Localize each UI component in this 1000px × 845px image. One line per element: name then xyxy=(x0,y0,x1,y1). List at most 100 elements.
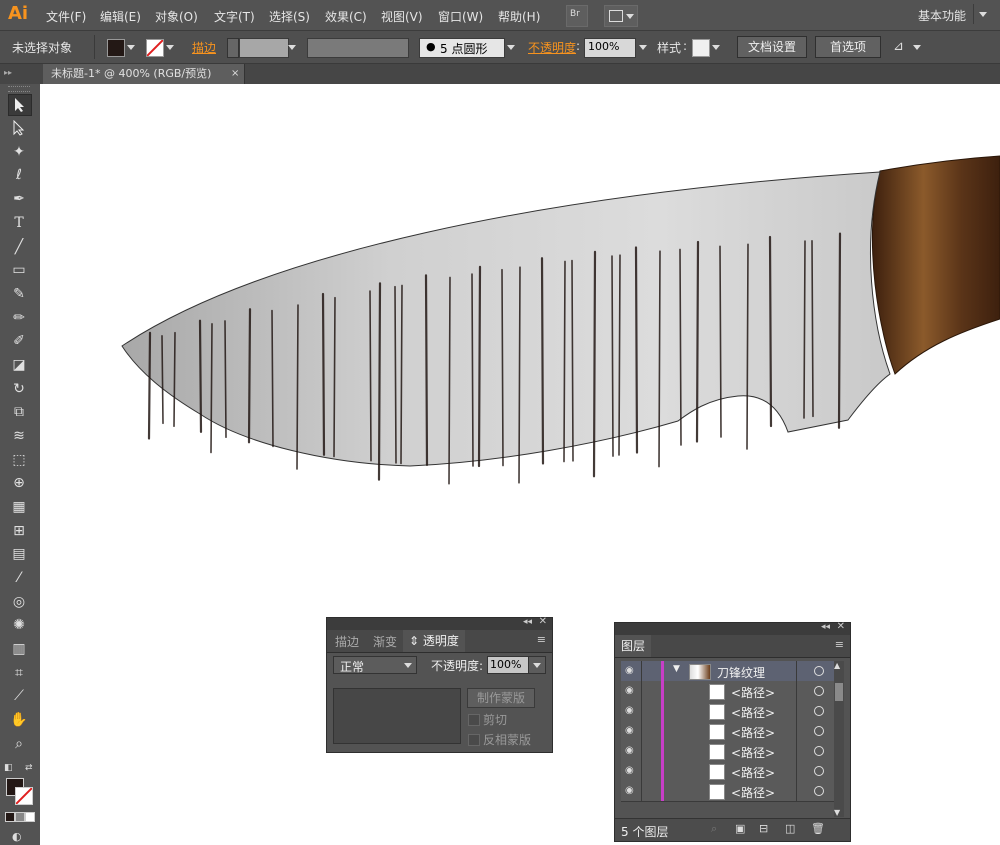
menu-type[interactable]: 文字(T) xyxy=(214,8,255,25)
paintbrush-tool-icon[interactable]: ✎ xyxy=(8,284,30,304)
blob-brush-tool-icon[interactable]: ✐ xyxy=(8,331,30,351)
slice-tool-icon[interactable]: ⟋ xyxy=(8,686,30,706)
scroll-up-icon[interactable]: ▲ xyxy=(834,661,840,670)
chevron-down-icon[interactable] xyxy=(127,45,135,50)
mesh-tool-icon[interactable]: ⊞ xyxy=(8,521,30,541)
make-mask-button[interactable]: 制作蒙版 xyxy=(467,688,535,708)
tab-transparency[interactable]: ⇕ 透明度 xyxy=(403,630,465,652)
preferences-button[interactable]: 首选项 xyxy=(815,36,881,58)
free-transform-tool-icon[interactable]: ⬚ xyxy=(8,450,30,470)
close-icon[interactable]: × xyxy=(231,68,239,79)
chevron-down-icon[interactable] xyxy=(639,45,647,50)
toolbox-grip[interactable] xyxy=(8,86,30,92)
type-tool-icon[interactable]: T xyxy=(8,213,30,233)
opacity-input[interactable]: 100% xyxy=(487,656,529,674)
sublayer-row[interactable]: ◉ <路径> xyxy=(621,761,844,782)
menu-effect[interactable]: 效果(C) xyxy=(325,8,367,25)
column-graph-tool-icon[interactable]: ▥ xyxy=(8,639,30,659)
visibility-eye-icon[interactable]: ◉ xyxy=(625,665,637,677)
target-circle-icon[interactable] xyxy=(814,706,824,716)
lock-column[interactable] xyxy=(641,681,642,701)
layers-scrollbar[interactable]: ▲ ▼ xyxy=(834,661,844,817)
sublayer-row[interactable]: ◉ <路径> xyxy=(621,681,844,702)
line-tool-icon[interactable]: ╱ xyxy=(8,237,30,257)
menu-file[interactable]: 文件(F) xyxy=(46,8,86,25)
layer-row[interactable]: ◉ ▼ 刀锋纹理 xyxy=(621,661,844,682)
lock-column[interactable] xyxy=(641,761,642,781)
eraser-tool-icon[interactable]: ◪ xyxy=(8,355,30,375)
selection-tool-icon[interactable] xyxy=(8,94,32,116)
visibility-eye-icon[interactable]: ◉ xyxy=(625,705,637,717)
fill-swatch[interactable] xyxy=(107,39,125,57)
perspective-grid-tool-icon[interactable]: ▦ xyxy=(8,497,30,517)
lasso-tool-icon[interactable]: ℓ xyxy=(8,165,30,185)
width-tool-icon[interactable]: ≋ xyxy=(8,426,30,446)
opacity-input[interactable]: 100% xyxy=(584,38,636,58)
target-circle-icon[interactable] xyxy=(814,666,824,676)
sublayer-row[interactable]: ◉ <路径> xyxy=(621,781,844,802)
rectangle-tool-icon[interactable]: ▭ xyxy=(8,260,30,280)
locate-object-icon[interactable]: ⌕ xyxy=(711,822,717,836)
scrollbar-thumb[interactable] xyxy=(835,683,843,701)
rotate-tool-icon[interactable]: ↻ xyxy=(8,379,30,399)
none-mode-icon[interactable] xyxy=(25,812,35,822)
menu-view[interactable]: 视图(V) xyxy=(381,8,423,25)
graphic-style-swatch[interactable] xyxy=(692,39,710,57)
invert-mask-checkbox[interactable] xyxy=(468,734,480,746)
close-icon[interactable]: ✕ xyxy=(837,621,845,632)
brush-definition[interactable]: ● 5 点圆形 xyxy=(419,38,505,58)
clipping-mask-icon[interactable]: ▣ xyxy=(735,822,745,835)
hand-tool-icon[interactable]: ✋ xyxy=(8,710,30,730)
clip-checkbox[interactable] xyxy=(468,714,480,726)
target-circle-icon[interactable] xyxy=(814,686,824,696)
stroke-weight-stepper[interactable] xyxy=(227,38,239,58)
eyedropper-tool-icon[interactable]: ⁄ xyxy=(8,568,30,588)
menu-edit[interactable]: 编辑(E) xyxy=(100,8,141,25)
target-circle-icon[interactable] xyxy=(814,746,824,756)
scroll-down-icon[interactable]: ▼ xyxy=(834,808,840,817)
collapse-icon[interactable]: ◂◂ xyxy=(821,622,830,632)
visibility-eye-icon[interactable]: ◉ xyxy=(625,765,637,777)
lock-column[interactable] xyxy=(641,781,642,801)
close-icon[interactable]: ✕ xyxy=(539,616,547,627)
stroke-swatch[interactable] xyxy=(146,39,164,57)
drawing-mode-icon[interactable]: ◐ xyxy=(12,830,22,843)
tab-stroke[interactable]: 描边 xyxy=(335,633,359,650)
chevron-down-icon[interactable] xyxy=(288,45,296,50)
blend-mode-select[interactable]: 正常 xyxy=(333,656,417,674)
gradient-tool-icon[interactable]: ▤ xyxy=(8,544,30,564)
direct-selection-tool-icon[interactable] xyxy=(8,118,30,138)
shape-builder-tool-icon[interactable]: ⊕ xyxy=(8,473,30,493)
document-tab[interactable]: 未标题-1* @ 400% (RGB/预览) xyxy=(43,64,245,84)
pencil-tool-icon[interactable]: ✏ xyxy=(8,308,30,328)
blend-tool-icon[interactable]: ◎ xyxy=(8,592,30,612)
target-circle-icon[interactable] xyxy=(814,766,824,776)
stroke-weight-input[interactable] xyxy=(239,38,289,58)
stroke-color-swatch[interactable] xyxy=(15,787,33,805)
trash-icon[interactable]: 🗑 xyxy=(811,822,825,835)
workspace-switcher[interactable]: 基本功能 xyxy=(918,7,966,24)
target-circle-icon[interactable] xyxy=(814,726,824,736)
lock-column[interactable] xyxy=(641,701,642,721)
panel-header[interactable]: ◂◂ ✕ xyxy=(615,621,850,635)
target-circle-icon[interactable] xyxy=(814,786,824,796)
scale-tool-icon[interactable]: ⧉ xyxy=(8,402,30,422)
tab-gradient[interactable]: 渐变 xyxy=(373,633,397,650)
visibility-eye-icon[interactable]: ◉ xyxy=(625,745,637,757)
menu-select[interactable]: 选择(S) xyxy=(269,8,310,25)
lock-column[interactable] xyxy=(641,661,642,681)
panel-menu-icon[interactable]: ≡ xyxy=(537,633,546,646)
pen-tool-icon[interactable]: ✒ xyxy=(8,189,30,209)
opacity-label[interactable]: 不透明度 xyxy=(528,39,576,56)
default-colors-icon[interactable]: ◧ xyxy=(4,763,13,773)
chevron-down-icon[interactable] xyxy=(712,45,720,50)
expand-triangle-icon[interactable]: ▼ xyxy=(673,664,680,674)
arrange-documents-button[interactable] xyxy=(604,5,638,27)
new-sublayer-icon[interactable]: ⊟ xyxy=(759,822,768,835)
symbol-sprayer-tool-icon[interactable]: ✺ xyxy=(8,615,30,635)
menu-window[interactable]: 窗口(W) xyxy=(438,8,483,25)
chevron-down-icon[interactable] xyxy=(507,45,515,50)
align-options-icon[interactable]: ⊿ xyxy=(893,39,904,54)
collapse-toolbox-icon[interactable]: ▸▸ xyxy=(4,68,12,77)
lock-column[interactable] xyxy=(641,741,642,761)
